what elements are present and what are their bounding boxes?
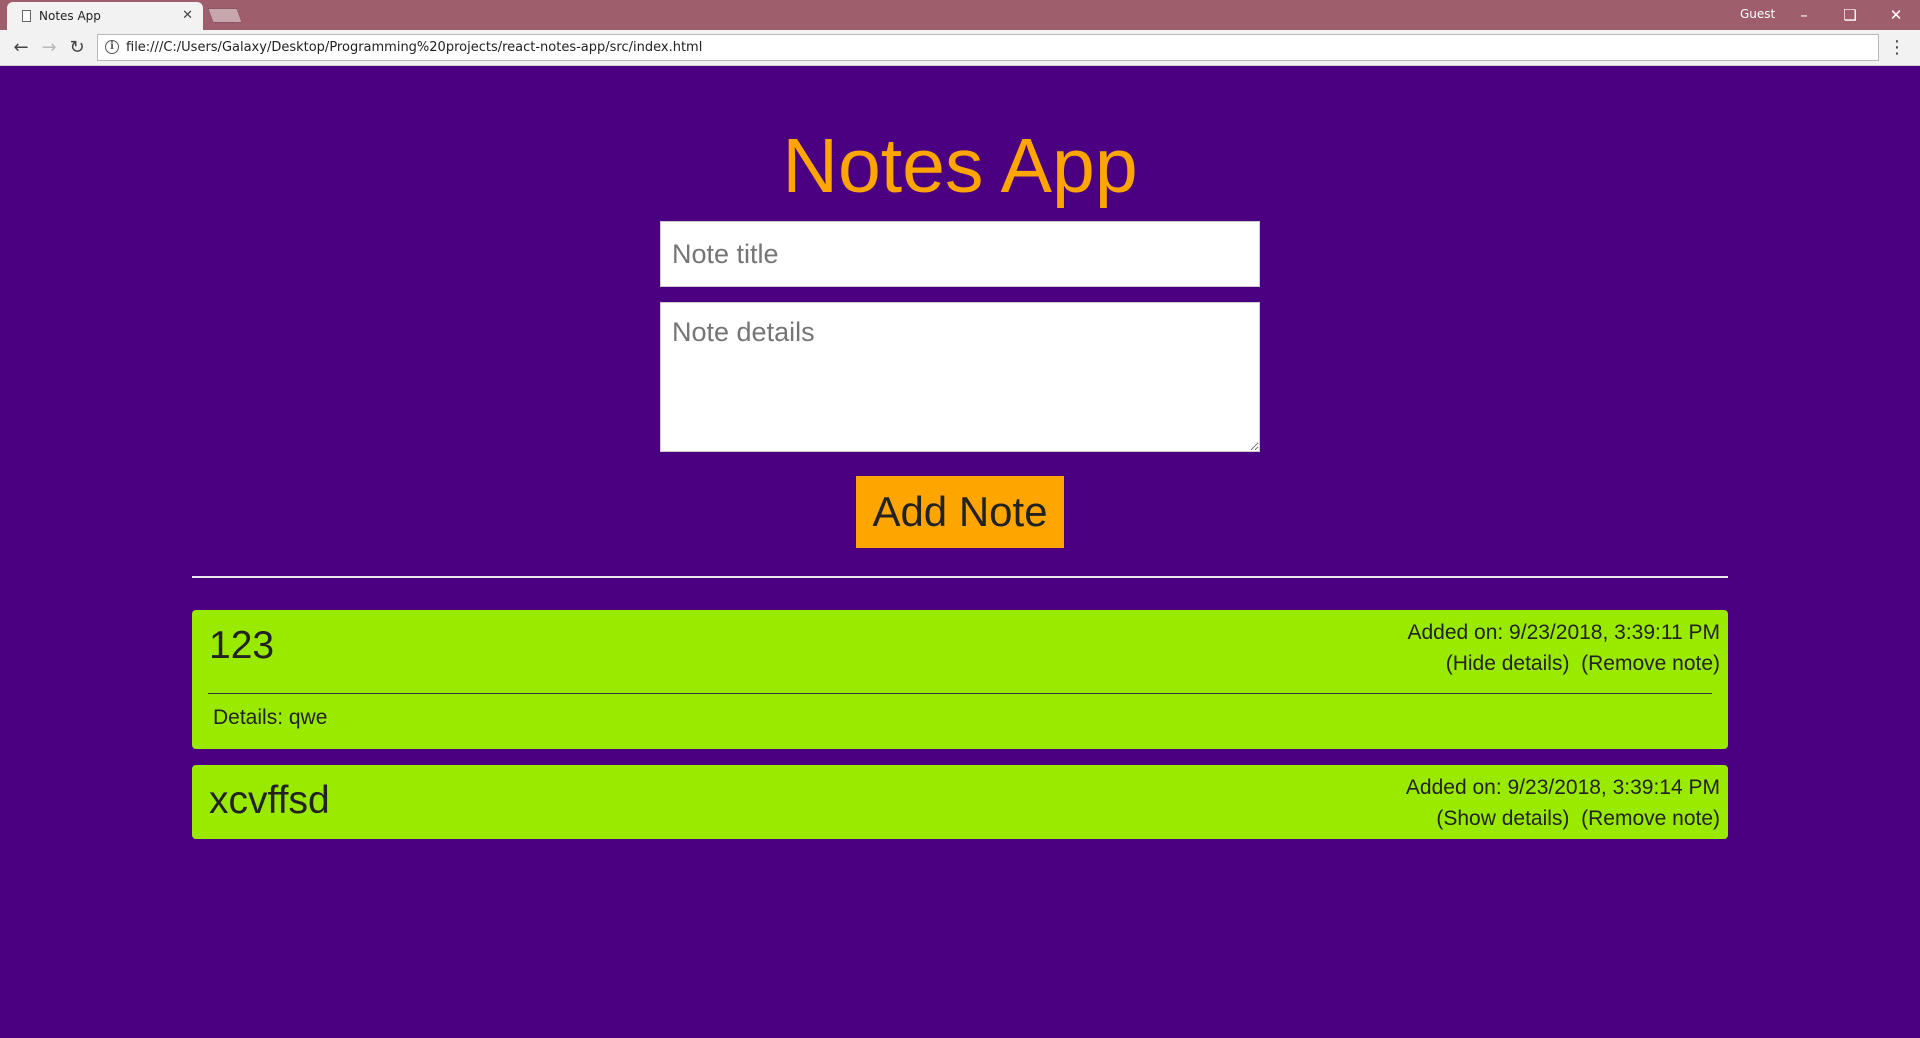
back-arrow-icon[interactable]: ← [8, 35, 34, 61]
tab-title: Notes App [39, 9, 101, 23]
forward-arrow-icon[interactable]: → [36, 35, 62, 61]
notes-app-page: Notes App Add Note 123 Added on: 9/23/20… [0, 66, 1920, 1038]
close-window-icon[interactable]: ✕ [1876, 2, 1916, 28]
remove-note-link[interactable]: (Remove note) [1581, 652, 1720, 675]
url-text[interactable]: file:///C:/Users/Galaxy/Desktop/Programm… [126, 35, 702, 60]
page-icon [22, 10, 31, 22]
divider [192, 576, 1728, 578]
note-title: 123 [209, 624, 275, 667]
note-card: xcvffsd Added on: 9/23/2018, 3:39:14 PM … [192, 765, 1728, 839]
app-title: Notes App [782, 123, 1138, 209]
info-icon[interactable]: i [105, 40, 119, 54]
note-meta: Added on: 9/23/2018, 3:39:14 PM (Show de… [1406, 772, 1720, 834]
note-separator [208, 693, 1712, 694]
note-title-input[interactable] [660, 221, 1260, 287]
minimize-icon[interactable]: – [1784, 2, 1824, 28]
hide-details-link[interactable]: (Hide details) [1446, 652, 1570, 675]
note-title: xcvffsd [209, 779, 330, 822]
note-actions: (Hide details) (Remove note) [1407, 648, 1720, 679]
browser-toolbar: ← → ↻ i file:///C:/Users/Galaxy/Desktop/… [0, 30, 1920, 66]
note-actions: (Show details) (Remove note) [1406, 803, 1720, 834]
new-tab-button[interactable] [207, 8, 243, 23]
address-bar[interactable]: i file:///C:/Users/Galaxy/Desktop/Progra… [97, 34, 1879, 61]
note-meta: Added on: 9/23/2018, 3:39:11 PM (Hide de… [1407, 617, 1720, 679]
show-details-link[interactable]: (Show details) [1436, 807, 1569, 830]
note-card: 123 Added on: 9/23/2018, 3:39:11 PM (Hid… [192, 610, 1728, 749]
note-details: Details: qwe [213, 706, 328, 729]
add-note-button[interactable]: Add Note [856, 476, 1064, 548]
remove-note-link[interactable]: (Remove note) [1581, 807, 1720, 830]
tab-close-icon[interactable]: ✕ [182, 2, 193, 30]
note-added-on: Added on: 9/23/2018, 3:39:11 PM [1407, 621, 1720, 644]
menu-dots-icon[interactable]: ⋮ [1884, 35, 1910, 61]
reload-icon[interactable]: ↻ [64, 35, 90, 61]
browser-titlebar: Notes App ✕ Guest – ❏ ✕ [0, 0, 1920, 30]
note-added-on: Added on: 9/23/2018, 3:39:14 PM [1405, 776, 1720, 799]
note-details-textarea[interactable] [660, 302, 1260, 452]
restore-icon[interactable]: ❏ [1830, 2, 1870, 28]
profile-guest-label[interactable]: Guest [1740, 7, 1775, 21]
browser-tab[interactable]: Notes App ✕ [7, 2, 203, 30]
